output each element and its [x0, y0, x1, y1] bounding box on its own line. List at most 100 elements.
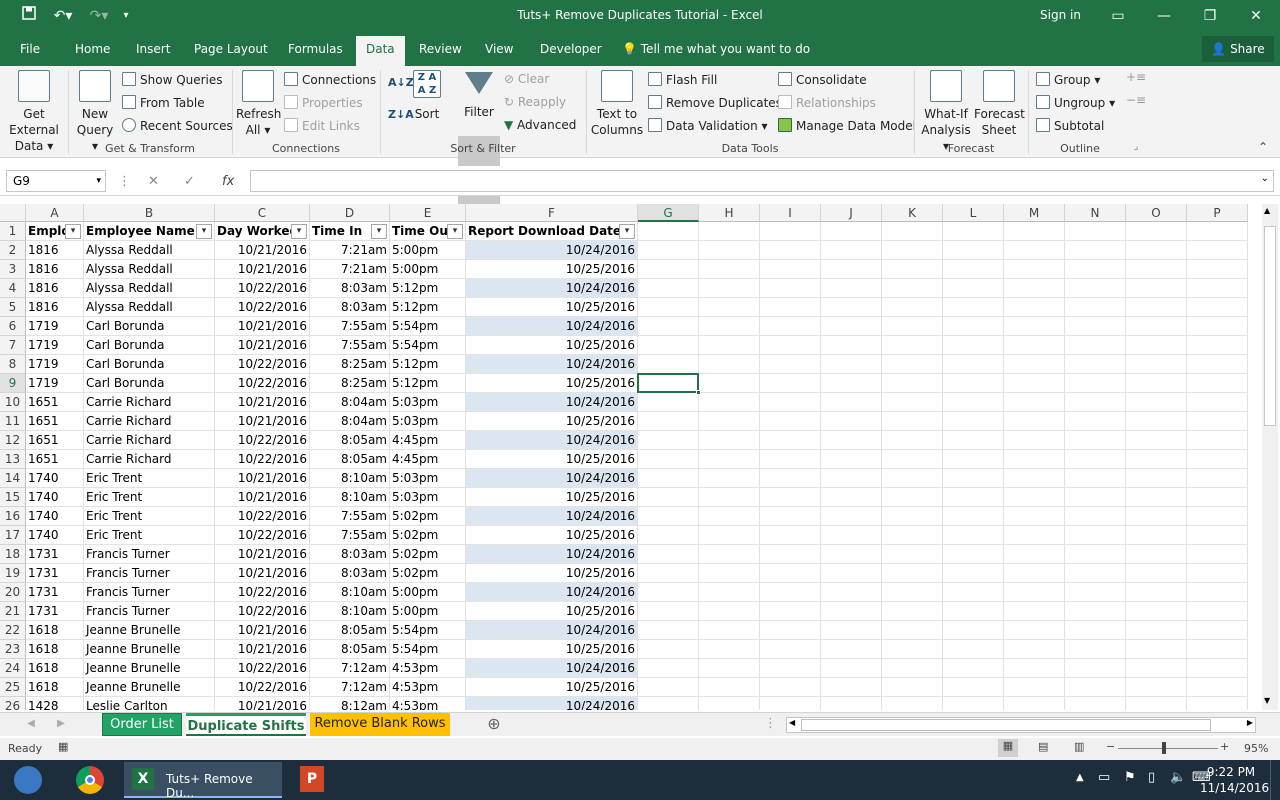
chrome-taskbar-button[interactable]	[70, 762, 110, 798]
table-cell[interactable]: 10/22/2016	[215, 355, 310, 374]
table-cell[interactable]	[1065, 355, 1126, 374]
table-cell[interactable]: 5:02pm	[390, 545, 466, 564]
table-cell[interactable]	[1187, 260, 1248, 279]
table-cell[interactable]	[699, 279, 760, 298]
table-cell[interactable]	[882, 298, 943, 317]
row-header[interactable]: 3	[0, 260, 26, 279]
table-cell[interactable]	[882, 412, 943, 431]
column-header-e[interactable]: E	[390, 204, 466, 222]
table-cell[interactable]: 1618	[26, 640, 84, 659]
sort-button[interactable]: Z AA Z Sort	[410, 70, 444, 122]
table-cell[interactable]: 5:54pm	[390, 336, 466, 355]
data-validation-button[interactable]: Data Validation ▾	[648, 118, 768, 133]
column-header-l[interactable]: L	[943, 204, 1004, 222]
table-cell[interactable]: 1731	[26, 545, 84, 564]
table-cell[interactable]	[1004, 241, 1065, 260]
table-cell[interactable]	[821, 488, 882, 507]
table-cell[interactable]: 5:03pm	[390, 488, 466, 507]
table-cell[interactable]	[1187, 621, 1248, 640]
table-cell[interactable]	[1004, 393, 1065, 412]
table-cell[interactable]	[1004, 602, 1065, 621]
table-cell[interactable]: Jeanne Brunelle	[84, 621, 215, 640]
table-cell[interactable]	[882, 545, 943, 564]
table-cell[interactable]	[821, 621, 882, 640]
vertical-scroll-thumb[interactable]	[1264, 226, 1276, 426]
table-cell[interactable]: Jeanne Brunelle	[84, 659, 215, 678]
table-cell[interactable]: 7:12am	[310, 678, 390, 697]
table-cell[interactable]	[638, 583, 699, 602]
table-cell[interactable]	[1004, 450, 1065, 469]
table-header-cell[interactable]	[638, 222, 699, 241]
table-cell[interactable]: 8:25am	[310, 355, 390, 374]
page-layout-view-icon[interactable]: ▤	[1038, 740, 1048, 753]
table-cell[interactable]: Carl Borunda	[84, 374, 215, 393]
excel-taskbar-button[interactable]: X Tuts+ Remove Du...	[124, 762, 282, 800]
table-cell[interactable]	[1126, 279, 1187, 298]
table-cell[interactable]: 10/21/2016	[215, 336, 310, 355]
table-cell[interactable]	[882, 640, 943, 659]
worksheet-grid[interactable]: A B C D E F G H I J K L M N O P 1 Emplo ▾ Employee Name ▾ Day…	[0, 204, 1260, 710]
table-cell[interactable]	[760, 374, 821, 393]
table-cell[interactable]	[882, 317, 943, 336]
table-header-cell[interactable]	[1126, 222, 1187, 241]
table-cell[interactable]: 10/22/2016	[215, 450, 310, 469]
table-cell[interactable]	[1126, 583, 1187, 602]
table-cell[interactable]	[1065, 298, 1126, 317]
column-header-b[interactable]: B	[84, 204, 215, 222]
table-cell[interactable]	[821, 260, 882, 279]
table-cell[interactable]	[1065, 260, 1126, 279]
table-header-cell[interactable]	[882, 222, 943, 241]
table-cell[interactable]	[1065, 431, 1126, 450]
table-cell[interactable]	[638, 279, 699, 298]
table-cell[interactable]	[943, 260, 1004, 279]
table-cell[interactable]: 1651	[26, 450, 84, 469]
table-cell[interactable]	[699, 621, 760, 640]
table-cell[interactable]	[699, 355, 760, 374]
table-cell[interactable]	[699, 678, 760, 697]
table-cell[interactable]	[699, 469, 760, 488]
table-cell[interactable]	[943, 678, 1004, 697]
table-cell[interactable]	[1187, 374, 1248, 393]
table-cell[interactable]	[699, 374, 760, 393]
table-cell[interactable]: Carl Borunda	[84, 336, 215, 355]
table-cell[interactable]	[1065, 602, 1126, 621]
next-sheet-icon[interactable]: ▶	[54, 713, 68, 736]
table-cell[interactable]	[1187, 431, 1248, 450]
table-cell[interactable]	[1065, 488, 1126, 507]
filter-dropdown-button[interactable]: ▾	[371, 224, 387, 239]
table-cell[interactable]: 1816	[26, 279, 84, 298]
table-cell[interactable]: 8:25am	[310, 374, 390, 393]
table-cell[interactable]	[821, 583, 882, 602]
table-cell[interactable]: 5:12pm	[390, 279, 466, 298]
table-cell[interactable]: 10/21/2016	[215, 241, 310, 260]
selected-cell-g9[interactable]	[637, 373, 699, 393]
tab-formulas[interactable]: Formulas	[288, 42, 343, 62]
table-cell[interactable]: 10/25/2016	[466, 412, 638, 431]
table-cell[interactable]	[760, 545, 821, 564]
table-cell[interactable]: 10/24/2016	[466, 469, 638, 488]
table-cell[interactable]: 10/21/2016	[215, 317, 310, 336]
column-header-i[interactable]: I	[760, 204, 821, 222]
table-cell[interactable]	[882, 507, 943, 526]
table-cell[interactable]	[943, 640, 1004, 659]
table-header-cell[interactable]	[1004, 222, 1065, 241]
table-cell[interactable]	[821, 241, 882, 260]
table-cell[interactable]	[1126, 602, 1187, 621]
minimize-button[interactable]: —	[1144, 4, 1184, 28]
reapply-button[interactable]: ↻ Reapply	[504, 95, 566, 109]
scroll-down-icon[interactable]: ▼	[1264, 696, 1270, 705]
network-icon[interactable]: ▭	[1098, 770, 1110, 785]
cancel-icon[interactable]: ✕	[148, 174, 159, 189]
table-cell[interactable]: 4:45pm	[390, 431, 466, 450]
table-cell[interactable]: 1740	[26, 469, 84, 488]
tab-data[interactable]: Data	[356, 36, 405, 66]
table-cell[interactable]	[1065, 697, 1126, 710]
table-cell[interactable]	[1065, 507, 1126, 526]
table-cell[interactable]	[821, 374, 882, 393]
vertical-scrollbar[interactable]: ▲ ▼	[1262, 204, 1278, 710]
table-cell[interactable]	[1004, 279, 1065, 298]
table-cell[interactable]	[821, 431, 882, 450]
table-cell[interactable]: 10/22/2016	[215, 431, 310, 450]
table-cell[interactable]	[760, 602, 821, 621]
table-cell[interactable]	[1004, 564, 1065, 583]
